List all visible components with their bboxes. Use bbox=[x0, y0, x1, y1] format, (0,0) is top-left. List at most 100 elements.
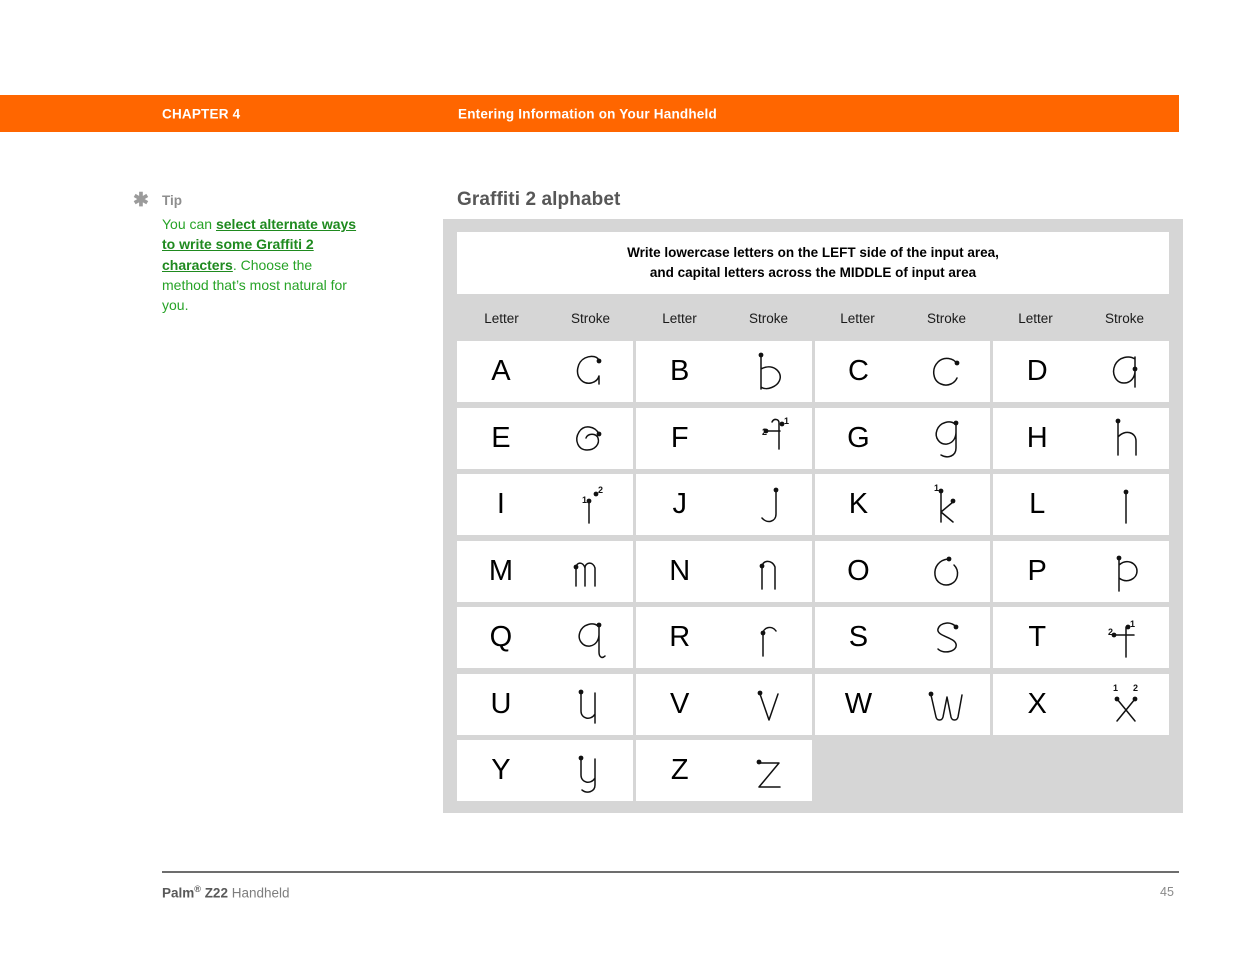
letter-cell-a: A bbox=[457, 341, 633, 402]
graffiti-letter-grid: ABCDEF12GHI12JK1LMNOPQRST12UVWX12YZ bbox=[457, 341, 1169, 801]
letter-cell-b: B bbox=[635, 341, 812, 402]
tip-callout: ✱ Tip You can select alternate ways to w… bbox=[132, 190, 362, 315]
letter-cell-j: J bbox=[635, 474, 812, 535]
chapter-title-label: Entering Information on Your Handheld bbox=[458, 106, 717, 121]
registered-mark-icon: ® bbox=[194, 884, 201, 894]
stroke-p-icon bbox=[1081, 541, 1169, 602]
stroke-o-icon bbox=[902, 541, 990, 602]
footer-product-label: Palm® Z22 Handheld bbox=[162, 884, 290, 901]
instruction-line-2: and capital letters across the MIDDLE of… bbox=[649, 265, 977, 280]
letter-cell-t: T 1 2 bbox=[993, 607, 1169, 668]
stroke-k-icon: 1 bbox=[902, 474, 990, 535]
stroke-u-icon bbox=[545, 674, 633, 735]
letter-cell-v: V bbox=[635, 673, 812, 735]
table-row: U V W X 1 2 bbox=[457, 673, 1169, 735]
stroke-f-icon: 12 bbox=[724, 408, 812, 469]
letter-glyph: F bbox=[670, 421, 689, 454]
column-header: Letter bbox=[484, 310, 519, 326]
stroke-l-icon bbox=[1081, 474, 1169, 535]
letter-glyph: K bbox=[848, 488, 869, 520]
letter-cell-w: W bbox=[814, 673, 991, 735]
stroke-i-icon: 12 bbox=[545, 474, 633, 535]
letter-cell-empty bbox=[815, 740, 991, 801]
instruction-line-1: Write lowercase letters on the LEFT side… bbox=[627, 245, 999, 260]
svg-text:1: 1 bbox=[934, 483, 939, 493]
letter-glyph: T bbox=[1028, 621, 1047, 653]
tip-header: ✱ Tip bbox=[132, 190, 362, 214]
letter-glyph: U bbox=[490, 687, 512, 720]
footer-product-type: Handheld bbox=[227, 885, 290, 901]
letter-glyph: M bbox=[488, 554, 514, 587]
svg-text:2: 2 bbox=[1108, 627, 1113, 637]
table-column-headers: Letter Stroke Letter Stroke Letter Strok… bbox=[457, 301, 1169, 335]
letter-glyph: N bbox=[669, 554, 691, 587]
stroke-h-icon bbox=[1081, 408, 1169, 469]
page-number: 45 bbox=[1160, 885, 1174, 899]
svg-text:1: 1 bbox=[582, 495, 587, 505]
letter-cell-c: C bbox=[814, 341, 991, 402]
letter-glyph: G bbox=[847, 421, 870, 454]
letter-cell-o: O bbox=[814, 540, 991, 602]
letter-glyph: L bbox=[1029, 488, 1046, 520]
letter-cell-z: Z bbox=[635, 740, 812, 801]
column-header: Letter bbox=[662, 310, 697, 326]
column-header: Letter bbox=[1018, 310, 1053, 326]
letter-cell-m: M bbox=[457, 540, 633, 602]
letter-glyph: Q bbox=[489, 621, 513, 653]
letter-glyph: C bbox=[847, 355, 869, 387]
letter-glyph: E bbox=[491, 421, 511, 454]
letter-cell-k: K1 bbox=[814, 474, 991, 535]
letter-cell-g: G bbox=[814, 407, 991, 469]
letter-cell-l: L bbox=[993, 474, 1169, 535]
letter-glyph: X bbox=[1027, 687, 1047, 720]
footer-model: Z22 bbox=[204, 885, 228, 901]
letter-cell-e: E bbox=[457, 407, 633, 469]
stroke-q-icon bbox=[545, 607, 633, 668]
letter-glyph: V bbox=[670, 687, 690, 720]
stroke-e-icon bbox=[545, 408, 633, 469]
chapter-header-bar: CHAPTER 4 Entering Information on Your H… bbox=[0, 95, 1179, 132]
letter-glyph: J bbox=[672, 488, 687, 520]
table-row: YZ bbox=[457, 740, 1169, 801]
letter-glyph: Y bbox=[491, 754, 511, 786]
stroke-z-icon bbox=[724, 740, 812, 801]
chapter-number-label: CHAPTER 4 bbox=[162, 106, 241, 121]
graffiti-alphabet-panel: Write lowercase letters on the LEFT side… bbox=[443, 219, 1183, 813]
letter-cell-s: S bbox=[814, 607, 991, 668]
footer-brand: Palm bbox=[162, 885, 195, 901]
svg-text:2: 2 bbox=[1133, 683, 1138, 693]
stroke-j-icon bbox=[724, 474, 812, 535]
stroke-m-icon bbox=[545, 541, 633, 602]
letter-cell-p: P bbox=[993, 540, 1169, 602]
stroke-a-icon bbox=[545, 341, 633, 402]
table-row: Q R S T 1 2 bbox=[457, 607, 1169, 668]
page-title: Graffiti 2 alphabet bbox=[457, 189, 621, 210]
letter-cell-u: U bbox=[457, 673, 633, 735]
svg-text:1: 1 bbox=[784, 416, 789, 426]
svg-text:2: 2 bbox=[598, 485, 603, 495]
column-header: Stroke bbox=[926, 310, 967, 326]
stroke-c-icon bbox=[902, 341, 990, 402]
svg-text:1: 1 bbox=[1130, 619, 1135, 629]
letter-cell-h: H bbox=[993, 407, 1169, 469]
tip-body-text: You can select alternate ways to write s… bbox=[162, 214, 362, 315]
table-row: EF12GH bbox=[457, 407, 1169, 469]
stroke-b-icon bbox=[724, 341, 812, 402]
letter-glyph: B bbox=[670, 355, 690, 387]
tip-label: Tip bbox=[162, 193, 182, 208]
letter-glyph: H bbox=[1026, 421, 1048, 454]
stroke-n-icon bbox=[724, 541, 812, 602]
table-row: M N O P bbox=[457, 540, 1169, 602]
letter-cell-x: X 1 2 bbox=[993, 673, 1169, 735]
letter-cell-r: R bbox=[635, 607, 812, 668]
letter-cell-d: D bbox=[993, 341, 1169, 402]
letter-cell-n: N bbox=[635, 540, 812, 602]
stroke-d-icon bbox=[1081, 341, 1169, 402]
letter-glyph: S bbox=[848, 621, 869, 653]
svg-text:2: 2 bbox=[762, 427, 767, 437]
asterisk-icon: ✱ bbox=[133, 190, 149, 211]
letter-cell-y: Y bbox=[457, 740, 633, 801]
table-row: I12JK1L bbox=[457, 474, 1169, 535]
letter-cell-f: F12 bbox=[635, 407, 812, 469]
svg-text:1: 1 bbox=[1113, 683, 1118, 693]
